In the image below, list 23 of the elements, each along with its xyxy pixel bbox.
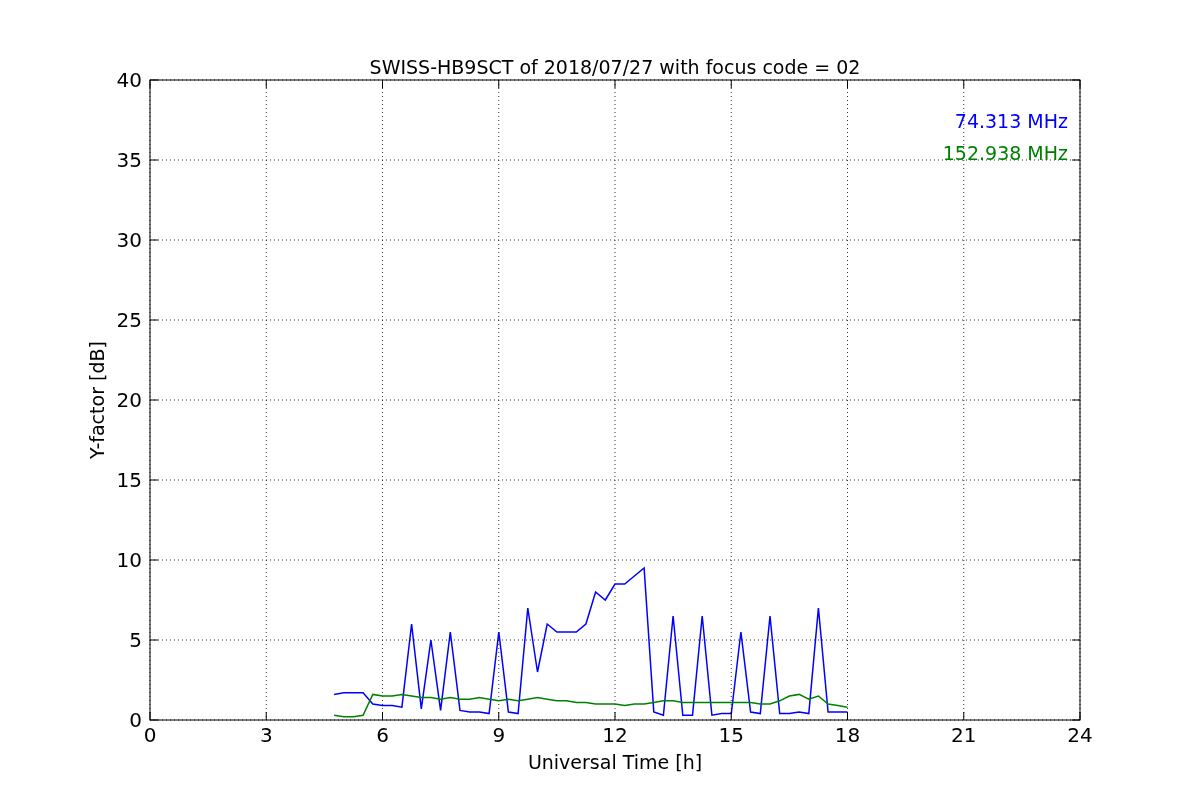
y-tick-label: 5 (129, 628, 142, 652)
x-tick-label: 24 (1067, 723, 1093, 747)
x-tick-label: 6 (376, 723, 389, 747)
y-tick-label: 40 (116, 68, 142, 92)
y-axis-label: Y-factor [dB] (86, 341, 108, 459)
x-tick-label: 15 (718, 723, 744, 747)
legend-label: 152.938 MHz (942, 142, 1068, 164)
y-tick-label: 10 (116, 548, 142, 572)
y-tick-label: 0 (129, 708, 142, 732)
legend-label: 74.313 MHz (954, 110, 1068, 132)
y-tick-label: 25 (116, 308, 142, 332)
chart-title: SWISS-HB9SCT of 2018/07/27 with focus code = 02 (369, 56, 861, 78)
x-tick-label: 21 (951, 723, 977, 747)
x-tick-label: 9 (492, 723, 506, 747)
y-tick-label: 20 (116, 388, 142, 412)
x-tick-label: 0 (143, 723, 157, 747)
x-axis-label: Universal Time [h] (527, 751, 703, 773)
x-tick-label: 18 (834, 723, 861, 747)
y-tick-label: 35 (116, 148, 142, 172)
x-tick-label: 12 (602, 723, 628, 747)
x-tick-label: 3 (259, 723, 273, 747)
y-tick-label: 30 (116, 228, 142, 252)
y-tick-label: 15 (116, 468, 142, 492)
